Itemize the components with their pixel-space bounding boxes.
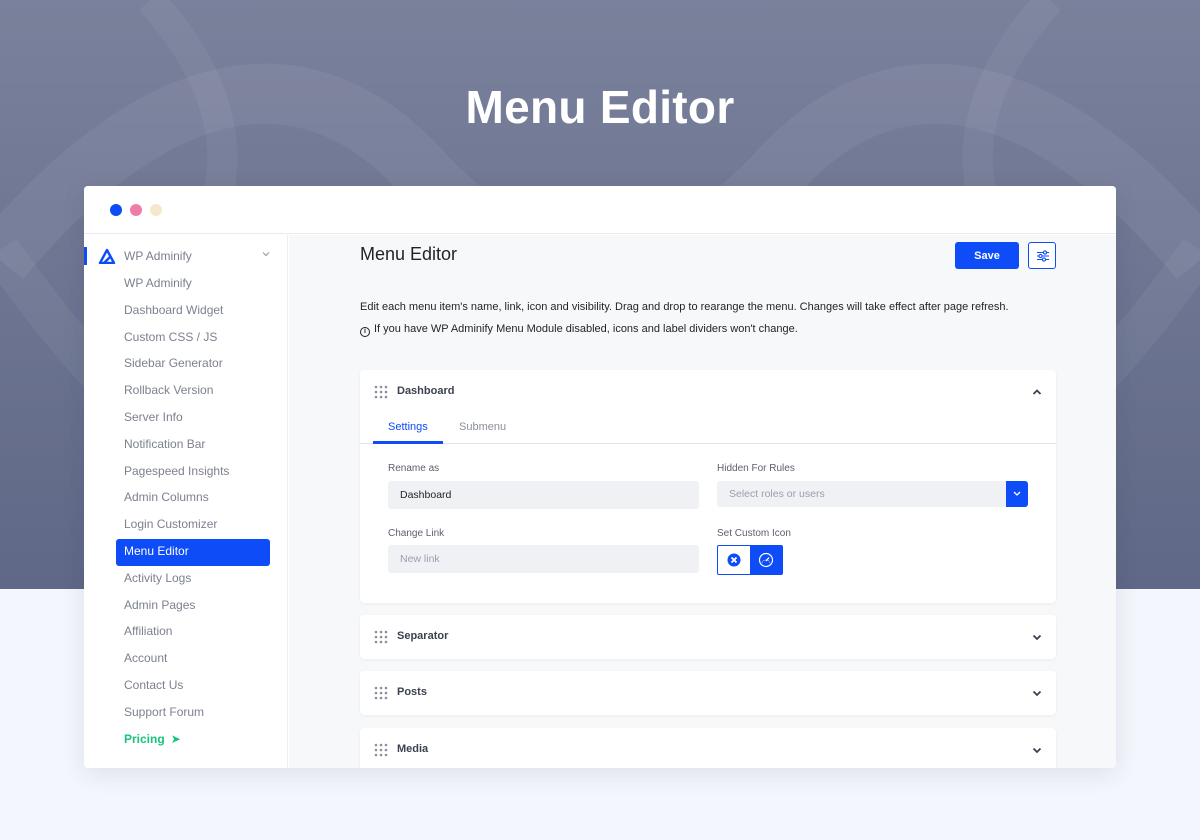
page-description: Edit each menu item's name, link, icon a…: [360, 301, 1009, 313]
sidebar-item-dashboard-widget[interactable]: Dashboard Widget: [116, 298, 270, 325]
menu-item-panel-dashboard: Dashboard Settings Submenu Rename as Das…: [360, 370, 1056, 603]
drag-handle-icon[interactable]: [374, 630, 388, 644]
sidebar-item-pricing-label: Pricing: [124, 731, 165, 746]
custom-icon-label: Set Custom Icon: [717, 528, 791, 539]
custom-icon-picker[interactable]: [717, 545, 783, 575]
menu-item-name: Media: [397, 743, 429, 755]
menu-item-name: Posts: [397, 686, 427, 698]
window-dot-blue: [110, 204, 122, 216]
chevron-down-icon: [1013, 491, 1021, 496]
sidebar-item-login-customizer[interactable]: Login Customizer: [116, 512, 270, 539]
menu-item-header[interactable]: Dashboard: [360, 370, 1056, 414]
drag-handle-icon[interactable]: [374, 385, 388, 399]
menu-item-panel-media[interactable]: Media: [360, 728, 1056, 768]
tab-submenu[interactable]: Submenu: [459, 421, 506, 433]
module-notice: i If you have WP Adminify Menu Module dis…: [360, 323, 798, 337]
sidebar-menu: WP Adminify Dashboard Widget Custom CSS …: [116, 271, 270, 753]
sidebar-plugin-label: WP Adminify: [124, 249, 192, 263]
rename-label: Rename as: [388, 463, 440, 474]
sidebar-item-contact-us[interactable]: Contact Us: [116, 673, 270, 700]
sidebar-item-pricing[interactable]: Pricing ➤: [116, 727, 270, 754]
window-dot-pink: [130, 204, 142, 216]
sliders-icon: [1037, 250, 1049, 262]
rename-input[interactable]: Dashboard: [388, 481, 699, 509]
active-tab-indicator: [373, 441, 443, 444]
sidebar-item-support-forum[interactable]: Support Forum: [116, 700, 270, 727]
main-content: Menu Editor Save Edit each menu item's n…: [289, 235, 1116, 768]
adminify-logo-icon: [98, 248, 116, 264]
chevron-up-icon[interactable]: [1031, 386, 1043, 398]
chevron-down-icon: [262, 252, 270, 257]
save-button[interactable]: Save: [955, 242, 1019, 269]
tab-settings[interactable]: Settings: [388, 421, 428, 433]
chevron-down-icon[interactable]: [1031, 631, 1043, 643]
current-icon-preview[interactable]: [750, 546, 782, 574]
sidebar-item-rollback-version[interactable]: Rollback Version: [116, 378, 270, 405]
active-indicator: [84, 247, 87, 265]
window-dot-cream: [150, 204, 162, 216]
settings-button[interactable]: [1028, 242, 1056, 269]
sidebar-item-admin-columns[interactable]: Admin Columns: [116, 485, 270, 512]
menu-item-tabs: Settings Submenu: [360, 414, 1056, 444]
hero-title: Menu Editor: [465, 81, 735, 133]
sidebar-item-sidebar-generator[interactable]: Sidebar Generator: [116, 351, 270, 378]
window-titlebar: [84, 186, 1116, 234]
menu-item-panel-posts[interactable]: Posts: [360, 671, 1056, 715]
chevron-down-icon[interactable]: [1031, 744, 1043, 756]
hidden-for-rules-label: Hidden For Rules: [717, 463, 795, 474]
drag-handle-icon[interactable]: [374, 686, 388, 700]
dashboard-gauge-icon: [758, 552, 774, 568]
info-icon: i: [360, 327, 370, 337]
hidden-for-rules-select[interactable]: Select roles or users: [717, 481, 1007, 507]
change-link-input[interactable]: New link: [388, 545, 699, 573]
change-link-label: Change Link: [388, 528, 445, 539]
sidebar-item-server-info[interactable]: Server Info: [116, 405, 270, 432]
chevron-down-icon[interactable]: [1031, 687, 1043, 699]
sidebar-item-account[interactable]: Account: [116, 646, 270, 673]
sidebar-item-activity-logs[interactable]: Activity Logs: [116, 566, 270, 593]
app-window: WP Adminify WP Adminify Dashboard Widget…: [84, 186, 1116, 768]
remove-icon-button[interactable]: [718, 546, 750, 574]
sidebar-item-affiliation[interactable]: Affiliation: [116, 619, 270, 646]
select-dropdown-button[interactable]: [1006, 481, 1028, 507]
page-title: Menu Editor: [360, 244, 458, 264]
drag-handle-icon[interactable]: [374, 743, 388, 757]
sidebar-item-notification-bar[interactable]: Notification Bar: [116, 432, 270, 459]
sidebar: WP Adminify WP Adminify Dashboard Widget…: [84, 235, 288, 768]
menu-item-name: Dashboard: [397, 385, 455, 397]
sidebar-item-wp-adminify[interactable]: WP Adminify: [116, 271, 270, 298]
sidebar-plugin-header[interactable]: WP Adminify: [84, 247, 288, 269]
sidebar-item-admin-pages[interactable]: Admin Pages: [116, 593, 270, 620]
sidebar-item-custom-css-js[interactable]: Custom CSS / JS: [116, 325, 270, 352]
menu-item-name: Separator: [397, 630, 449, 642]
sidebar-item-pagespeed-insights[interactable]: Pagespeed Insights: [116, 459, 270, 486]
send-arrow-icon: ➤: [170, 731, 181, 746]
menu-item-panel-separator[interactable]: Separator: [360, 615, 1056, 659]
close-circle-icon: [727, 553, 741, 567]
sidebar-item-menu-editor[interactable]: Menu Editor: [116, 538, 270, 566]
module-notice-text: If you have WP Adminify Menu Module disa…: [374, 323, 798, 335]
